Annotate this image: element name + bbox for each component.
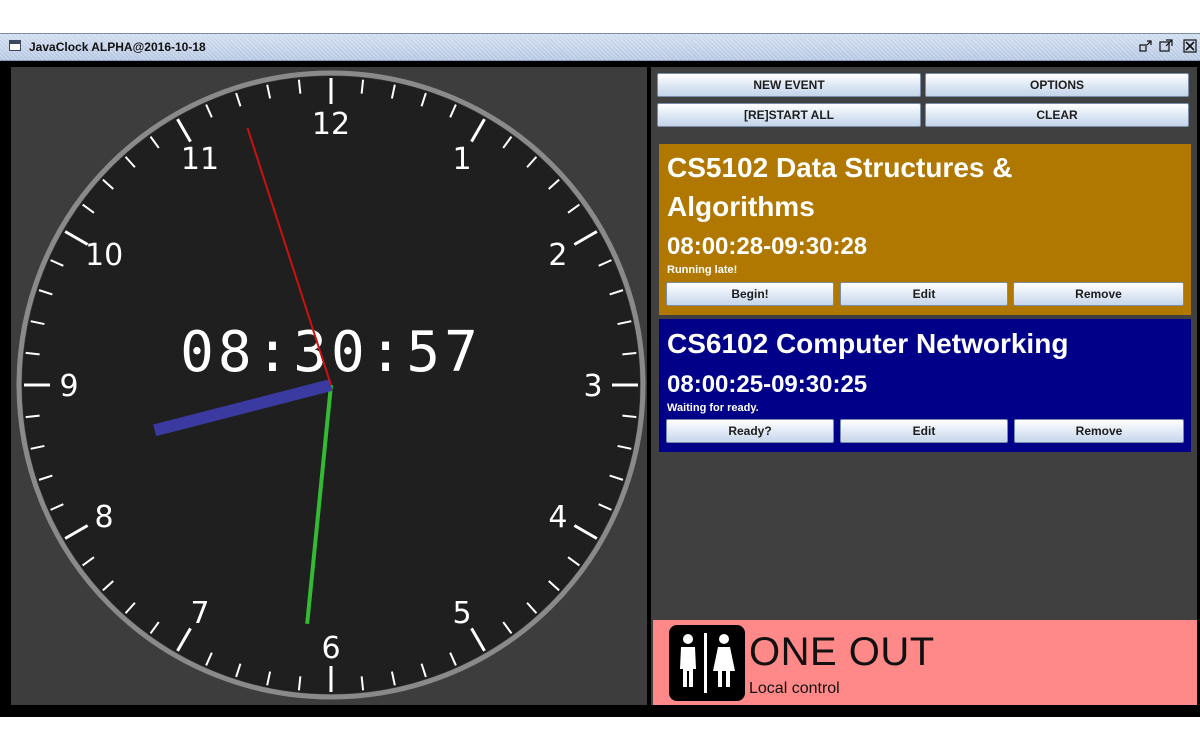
event-time: 08:00:28-09:30:28 (667, 233, 868, 260)
control-panel: NEW EVENT OPTIONS [RE]START ALL CLEAR CS… (651, 67, 1197, 705)
clock-panel: 12 1 2 3 4 5 6 7 8 9 10 11 08:30:57 (11, 67, 647, 705)
event-title-line2: Algorithms (667, 191, 815, 222)
edit-button[interactable]: Edit (840, 419, 1008, 443)
hour-number: 5 (452, 596, 471, 631)
window-icon (9, 40, 21, 51)
remove-button[interactable]: Remove (1014, 419, 1184, 443)
event-status: Waiting for ready. (667, 402, 759, 414)
window-title: JavaClock ALPHA@2016-10-18 (29, 40, 206, 54)
begin-button[interactable]: Begin! (666, 282, 834, 306)
title-bar[interactable]: JavaClock ALPHA@2016-10-18 (0, 34, 1200, 61)
clear-button[interactable]: CLEAR (925, 103, 1189, 127)
close-icon[interactable] (1183, 39, 1197, 53)
event-time: 08:00:25-09:30:25 (667, 371, 868, 398)
event-title: CS6102 Computer Networking (667, 328, 1069, 359)
hour-number: 12 (312, 107, 350, 142)
remove-button[interactable]: Remove (1013, 282, 1184, 306)
hour-number: 4 (548, 500, 567, 535)
restroom-status: ONE OUT Local control (653, 620, 1197, 705)
hour-number: 11 (181, 142, 219, 177)
restroom-status-text: ONE OUT (749, 630, 935, 674)
hour-number: 6 (321, 631, 340, 666)
hour-number: 7 (190, 596, 209, 631)
app-window: JavaClock ALPHA@2016-10-18 12 1 2 3 4 5 6 7 8 9 10… (0, 33, 1200, 717)
event-title-line1: CS5102 Data Structures & (667, 152, 1013, 183)
restroom-status-subtext: Local control (749, 680, 840, 697)
restore-icon[interactable] (1139, 39, 1153, 53)
maximize-icon[interactable] (1159, 39, 1173, 53)
options-button[interactable]: OPTIONS (925, 73, 1189, 97)
hour-number: 9 (59, 369, 78, 404)
hour-number: 1 (452, 142, 471, 177)
hour-number: 2 (548, 238, 567, 273)
event-status: Running late! (667, 264, 738, 276)
restroom-icon (669, 625, 745, 701)
restart-all-button[interactable]: [RE]START ALL (657, 103, 921, 127)
event-card: CS5102 Data Structures & Algorithms 08:0… (659, 144, 1191, 315)
new-event-button[interactable]: NEW EVENT (657, 73, 921, 97)
hour-number: 3 (583, 369, 602, 404)
hour-number: 10 (85, 238, 123, 273)
edit-button[interactable]: Edit (840, 282, 1008, 306)
ready-button[interactable]: Ready? (666, 419, 834, 443)
content-area: 12 1 2 3 4 5 6 7 8 9 10 11 08:30:57 NEW EVENT OPTIO… (3, 63, 1197, 714)
event-card: CS6102 Computer Networking 08:00:25-09:3… (659, 319, 1191, 452)
digital-time: 08:30:57 (180, 320, 482, 385)
hour-number: 8 (95, 500, 114, 535)
analog-clock: 121234567891011 08:30:57 (16, 70, 646, 700)
